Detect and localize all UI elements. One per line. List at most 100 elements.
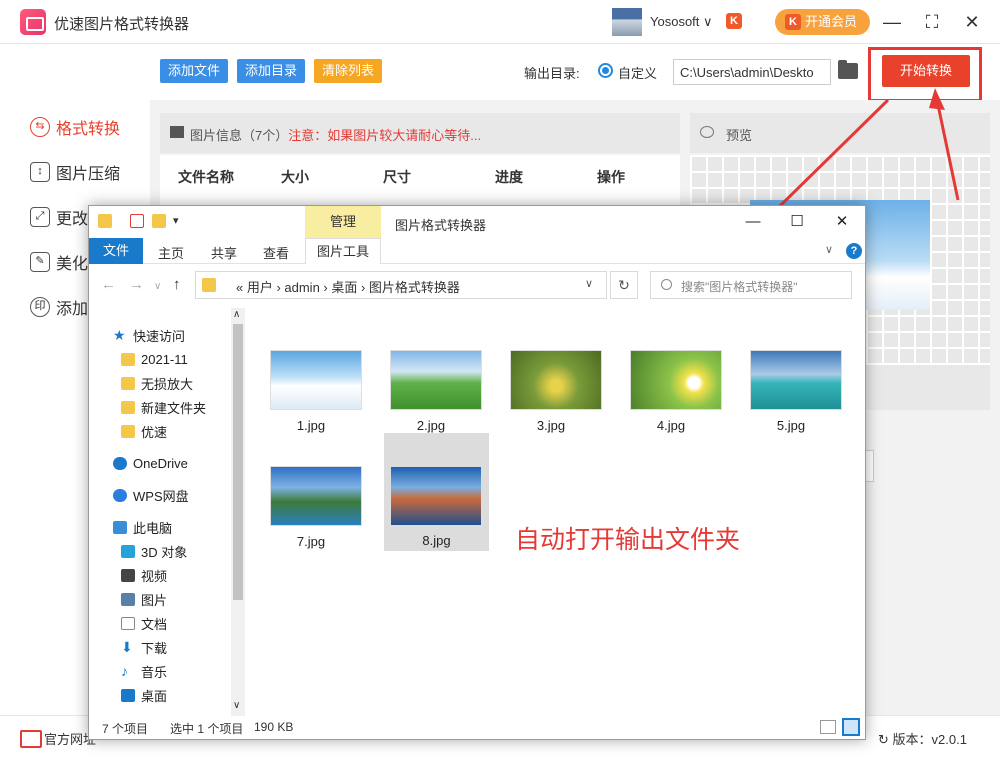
folder-icon [121,352,135,366]
file-name: 8.jpg [422,533,451,548]
file-item[interactable]: 1.jpg [256,340,366,450]
address-path: « 用户 › admin › 桌面 › 图片格式转换器 [236,280,460,295]
nav-label: 2021-11 [141,351,188,367]
nav-desktop[interactable]: 桌面 [121,685,167,705]
nav-downloads[interactable]: ⬇ 下载 [121,637,167,657]
nav-label: 此电脑 [133,520,173,536]
folder-icon [121,424,135,438]
file-name: 5.jpg [776,418,806,433]
explorer-close-button[interactable]: ✕ [827,212,857,232]
folder-icon [121,376,135,390]
nav-label: 下载 [141,640,168,656]
nav-videos[interactable]: 视频 [121,565,167,585]
forward-arrow-icon[interactable]: → [129,276,144,293]
file-name: 2.jpg [416,418,446,433]
annotation-text: 自动打开输出文件夹 [515,526,741,554]
nav-pictures[interactable]: 图片 [121,589,167,609]
ribbon-expand-icon[interactable]: ∨ [825,243,833,256]
cube-icon [121,544,135,558]
nav-3d-objects[interactable]: 3D 对象 [121,541,187,561]
download-icon: ⬇ [121,638,133,655]
nav-label: 视频 [141,568,168,584]
nav-quick-access[interactable]: ★ 快速访问 [113,325,185,345]
nav-label: 音乐 [141,664,168,680]
selected-size: 190 KB [254,720,294,734]
file-name: 1.jpg [296,418,326,433]
properties-icon[interactable] [130,214,144,228]
file-name: 7.jpg [296,534,326,549]
search-input[interactable]: 搜索"图片格式转换器" [650,271,852,299]
up-arrow-icon[interactable]: ↑ [173,276,181,293]
nav-folder-new[interactable]: 新建文件夹 [121,397,206,417]
nav-label: 快速访问 [133,328,186,344]
address-bar[interactable]: « 用户 › admin › 桌面 › 图片格式转换器 [195,271,607,299]
file-thumbnail [270,350,362,410]
selected-count: 选中 1 个项目 [170,722,244,736]
nav-scrollbar-thumb[interactable] [233,324,243,600]
nav-folder-2021-11[interactable]: 2021-11 [121,349,188,369]
nav-label: 桌面 [141,688,168,704]
arrow-head-up [929,88,945,110]
document-icon [121,616,135,630]
file-item-selected[interactable]: 8.jpg [384,433,489,551]
address-dropdown-icon[interactable]: ∨ [585,277,593,290]
file-item[interactable]: 7.jpg [256,456,366,566]
nav-label: OneDrive [133,455,188,471]
ribbon-tabs [89,238,865,264]
nav-documents[interactable]: 文档 [121,613,167,633]
nav-label: 无损放大 [141,376,194,392]
music-icon: ♪ [121,662,128,679]
cloud-icon [113,488,127,502]
recent-chevron-icon[interactable]: ∨ [154,281,161,292]
nav-label: 新建文件夹 [141,400,207,416]
nav-label: 图片 [141,592,168,608]
computer-icon [113,520,127,534]
refresh-button[interactable]: ↻ [610,271,638,299]
explorer-maximize-button[interactable]: ☐ [782,212,812,232]
tab-share[interactable]: 共享 [211,243,237,262]
file-thumbnail [630,350,722,410]
folder-icon [98,214,112,228]
folder-icon [202,278,216,292]
explorer-title: 图片格式转换器 [395,218,487,233]
manage-tab[interactable]: 管理 [305,206,381,238]
nav-onedrive[interactable]: OneDrive [113,453,188,473]
large-icons-view-icon[interactable] [842,718,860,736]
scroll-up-icon[interactable]: ∧ [233,309,240,320]
new-folder-icon[interactable] [152,214,166,228]
file-item[interactable]: 5.jpg [736,340,846,450]
nav-folder-lossless[interactable]: 无损放大 [121,373,193,393]
file-thumbnail [390,466,482,526]
file-thumbnail [390,350,482,410]
file-name: 4.jpg [656,418,686,433]
chevron-down-icon[interactable]: ▾ [173,214,179,227]
desktop-icon [121,688,135,702]
file-item[interactable]: 4.jpg [616,340,726,450]
details-view-icon[interactable] [820,720,836,734]
tab-view[interactable]: 查看 [263,243,289,262]
video-icon [121,568,135,582]
arrow-line-up [935,99,960,201]
nav-this-pc[interactable]: 此电脑 [113,517,172,537]
nav-folder-yousu[interactable]: 优速 [121,421,167,441]
picture-icon [121,592,135,606]
nav-wps-drive[interactable]: WPS网盘 [113,485,189,505]
help-icon[interactable]: ? [846,243,862,259]
tab-home[interactable]: 主页 [158,243,184,262]
nav-label: 文档 [141,616,168,632]
nav-label: WPS网盘 [133,488,189,504]
back-arrow-icon[interactable]: ← [101,276,116,293]
scroll-down-icon[interactable]: ∨ [233,700,240,711]
file-name: 3.jpg [536,418,566,433]
tab-file[interactable]: 文件 [89,238,143,264]
nav-label: 3D 对象 [141,544,188,560]
folder-icon [121,400,135,414]
file-item[interactable]: 3.jpg [496,340,606,450]
tab-picture-tools[interactable]: 图片工具 [305,238,381,264]
file-thumbnail [510,350,602,410]
explorer-minimize-button[interactable]: — [738,212,768,232]
file-thumbnail [750,350,842,410]
nav-music[interactable]: ♪ 音乐 [121,661,167,681]
cloud-icon [113,456,127,470]
nav-label: 优速 [141,424,168,440]
